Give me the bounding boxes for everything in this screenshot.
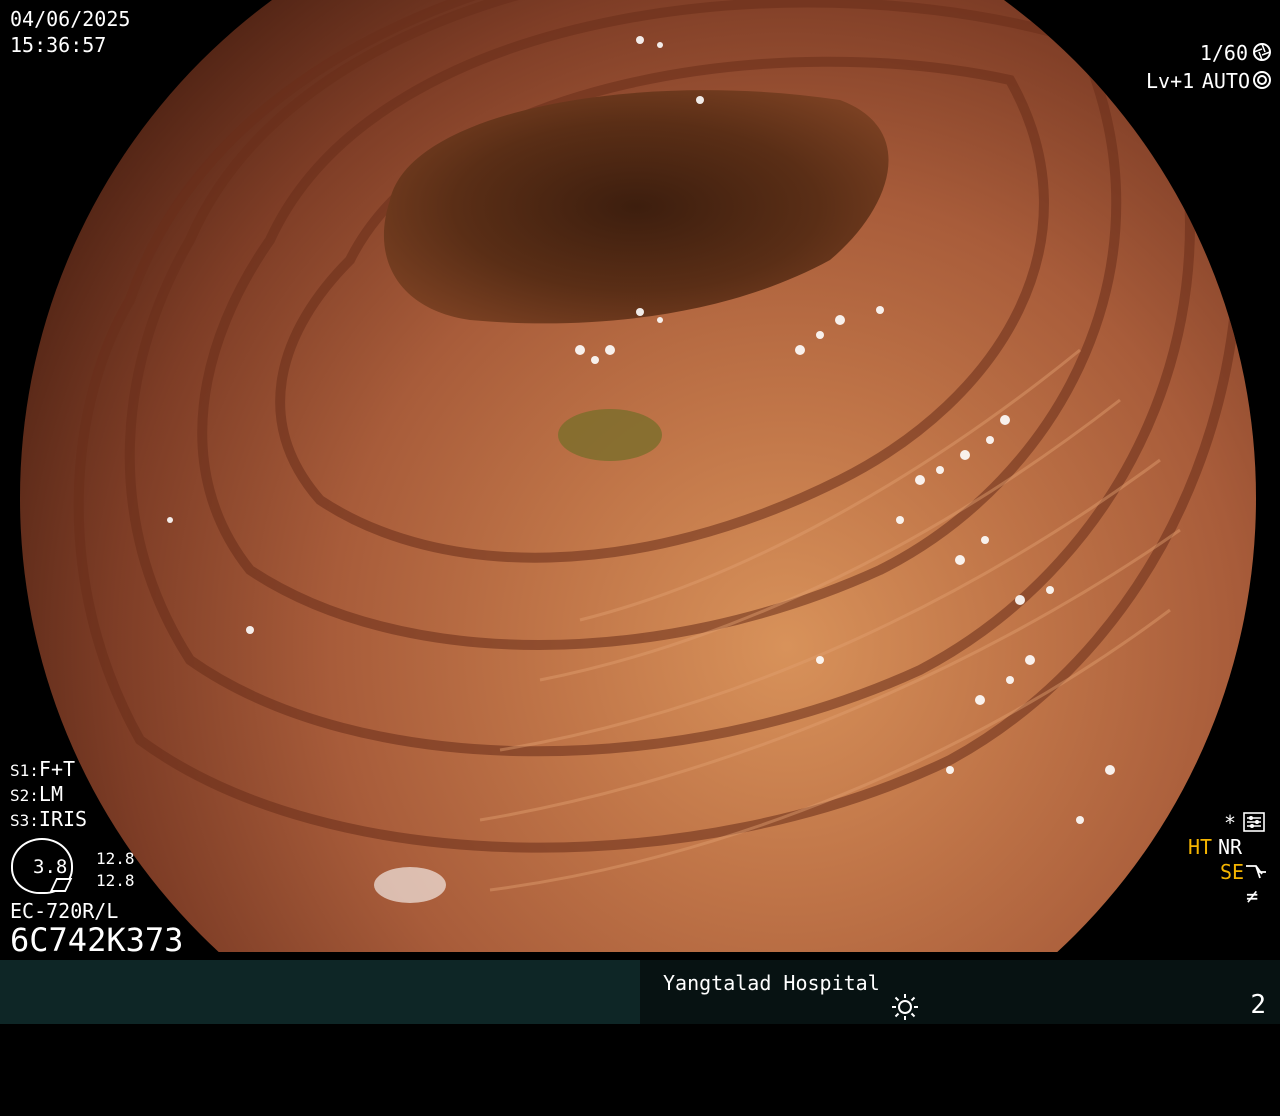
iris-icon bbox=[1253, 71, 1271, 89]
setting-s2: S2:LM bbox=[10, 783, 63, 807]
setting-s3-key: S3: bbox=[10, 811, 39, 830]
colon-lumen-illustration bbox=[73, 0, 1244, 903]
aperture-icon bbox=[1253, 43, 1271, 61]
scope-tip-gauge: 3.8 bbox=[11, 838, 73, 894]
status-bar-left bbox=[0, 960, 640, 1024]
sun-icon bbox=[892, 994, 918, 1020]
shutter-speed: 1/60 bbox=[1199, 41, 1248, 65]
nr-indicator: NR bbox=[1218, 835, 1243, 859]
exam-time: 15:36:57 bbox=[10, 33, 107, 57]
scope-value-a: 12.8 bbox=[96, 849, 135, 868]
setting-s2-key: S2: bbox=[10, 786, 39, 805]
not-equal-indicator: ≠ bbox=[1246, 884, 1259, 908]
iris-mode: AUTO bbox=[1201, 69, 1250, 93]
setting-s1-value: F+T bbox=[38, 757, 76, 781]
setting-s1: S1:F+T bbox=[10, 758, 75, 782]
exam-date: 04/06/2025 bbox=[10, 7, 131, 31]
page-number: 2 bbox=[1250, 990, 1266, 1020]
setting-s1-key: S1: bbox=[10, 761, 39, 780]
scope-diameter: 3.8 bbox=[33, 856, 68, 878]
setting-s2-value: LM bbox=[38, 782, 63, 806]
hospital-name: Yangtalad Hospital bbox=[663, 971, 880, 995]
endoscopy-screen: 04/06/2025 15:36:57 1/60 Lv+1 AUTO S1:F+… bbox=[0, 0, 1280, 1024]
scope-value-b: 12.8 bbox=[96, 871, 135, 890]
endoscopic-image bbox=[20, 0, 1256, 952]
setting-s3-value: IRIS bbox=[38, 807, 88, 831]
asterisk-indicator: * bbox=[1224, 811, 1237, 835]
ht-indicator: HT bbox=[1188, 835, 1213, 859]
se-indicator: SE bbox=[1220, 860, 1245, 884]
setting-s3: S3:IRIS bbox=[10, 808, 87, 832]
settings-sliders-icon bbox=[1243, 812, 1265, 832]
enhance-curve-icon bbox=[1246, 865, 1266, 879]
status-bar-right: Yangtalad Hospital 2 bbox=[640, 960, 1280, 1024]
scope-serial: 6C742K373 bbox=[10, 921, 184, 959]
scope-model: EC-720R/L bbox=[10, 899, 119, 923]
brightness-level: Lv+1 bbox=[1146, 69, 1195, 93]
